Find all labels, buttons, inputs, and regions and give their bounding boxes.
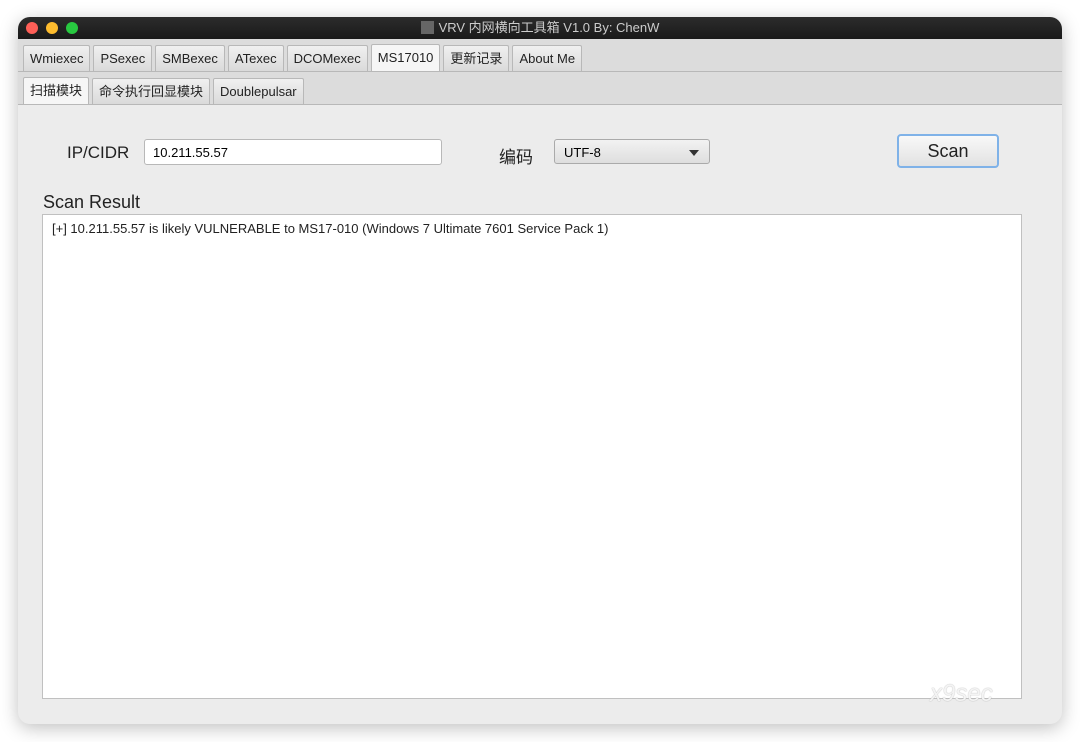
scan-result-label: Scan Result <box>43 192 141 212</box>
tab-about-me[interactable]: About Me <box>512 45 583 71</box>
close-button[interactable] <box>26 22 38 34</box>
app-window: VRV 内网横向工具箱 V1.0 By: ChenW Wmiexec PSexe… <box>18 17 1062 724</box>
app-icon <box>420 21 434 34</box>
ip-cidr-input[interactable] <box>144 139 442 165</box>
encoding-value: UTF-8 <box>564 145 601 160</box>
sub-tabs: 扫描模块 命令执行回显模块 Doublepulsar <box>18 72 1062 105</box>
chevron-down-icon <box>689 150 699 156</box>
result-line: [+] 10.211.55.57 is likely VULNERABLE to… <box>52 221 609 236</box>
tab-doublepulsar[interactable]: Doublepulsar <box>213 78 304 104</box>
tab-command-exec-module[interactable]: 命令执行回显模块 <box>92 78 211 104</box>
main-tabs: Wmiexec PSexec SMBexec ATexec DCOMexec M… <box>18 39 1062 72</box>
tab-atexec[interactable]: ATexec <box>227 45 284 71</box>
zoom-button[interactable] <box>66 22 78 34</box>
window-title: VRV 内网横向工具箱 V1.0 By: ChenW <box>438 20 660 35</box>
encoding-select[interactable]: UTF-8 <box>554 139 710 164</box>
tab-psexec[interactable]: PSexec <box>93 45 153 71</box>
minimize-button[interactable] <box>46 22 58 34</box>
tab-wmiexec[interactable]: Wmiexec <box>23 45 91 71</box>
tab-scan-module[interactable]: 扫描模块 <box>23 77 90 104</box>
encoding-label: 编码 <box>499 148 533 167</box>
tab-ms17010[interactable]: MS17010 <box>370 44 441 71</box>
ip-cidr-label: IP/CIDR <box>67 143 130 162</box>
title-bar: VRV 内网横向工具箱 V1.0 By: ChenW <box>18 17 1062 39</box>
tab-changelog[interactable]: 更新记录 <box>443 45 510 71</box>
watermark: x9sec <box>930 680 993 707</box>
scan-result-textarea[interactable]: [+] 10.211.55.57 is likely VULNERABLE to… <box>42 214 1022 699</box>
tab-dcomexec[interactable]: DCOMexec <box>286 45 368 71</box>
scan-button[interactable]: Scan <box>897 134 999 168</box>
tab-smbexec[interactable]: SMBexec <box>155 45 225 71</box>
